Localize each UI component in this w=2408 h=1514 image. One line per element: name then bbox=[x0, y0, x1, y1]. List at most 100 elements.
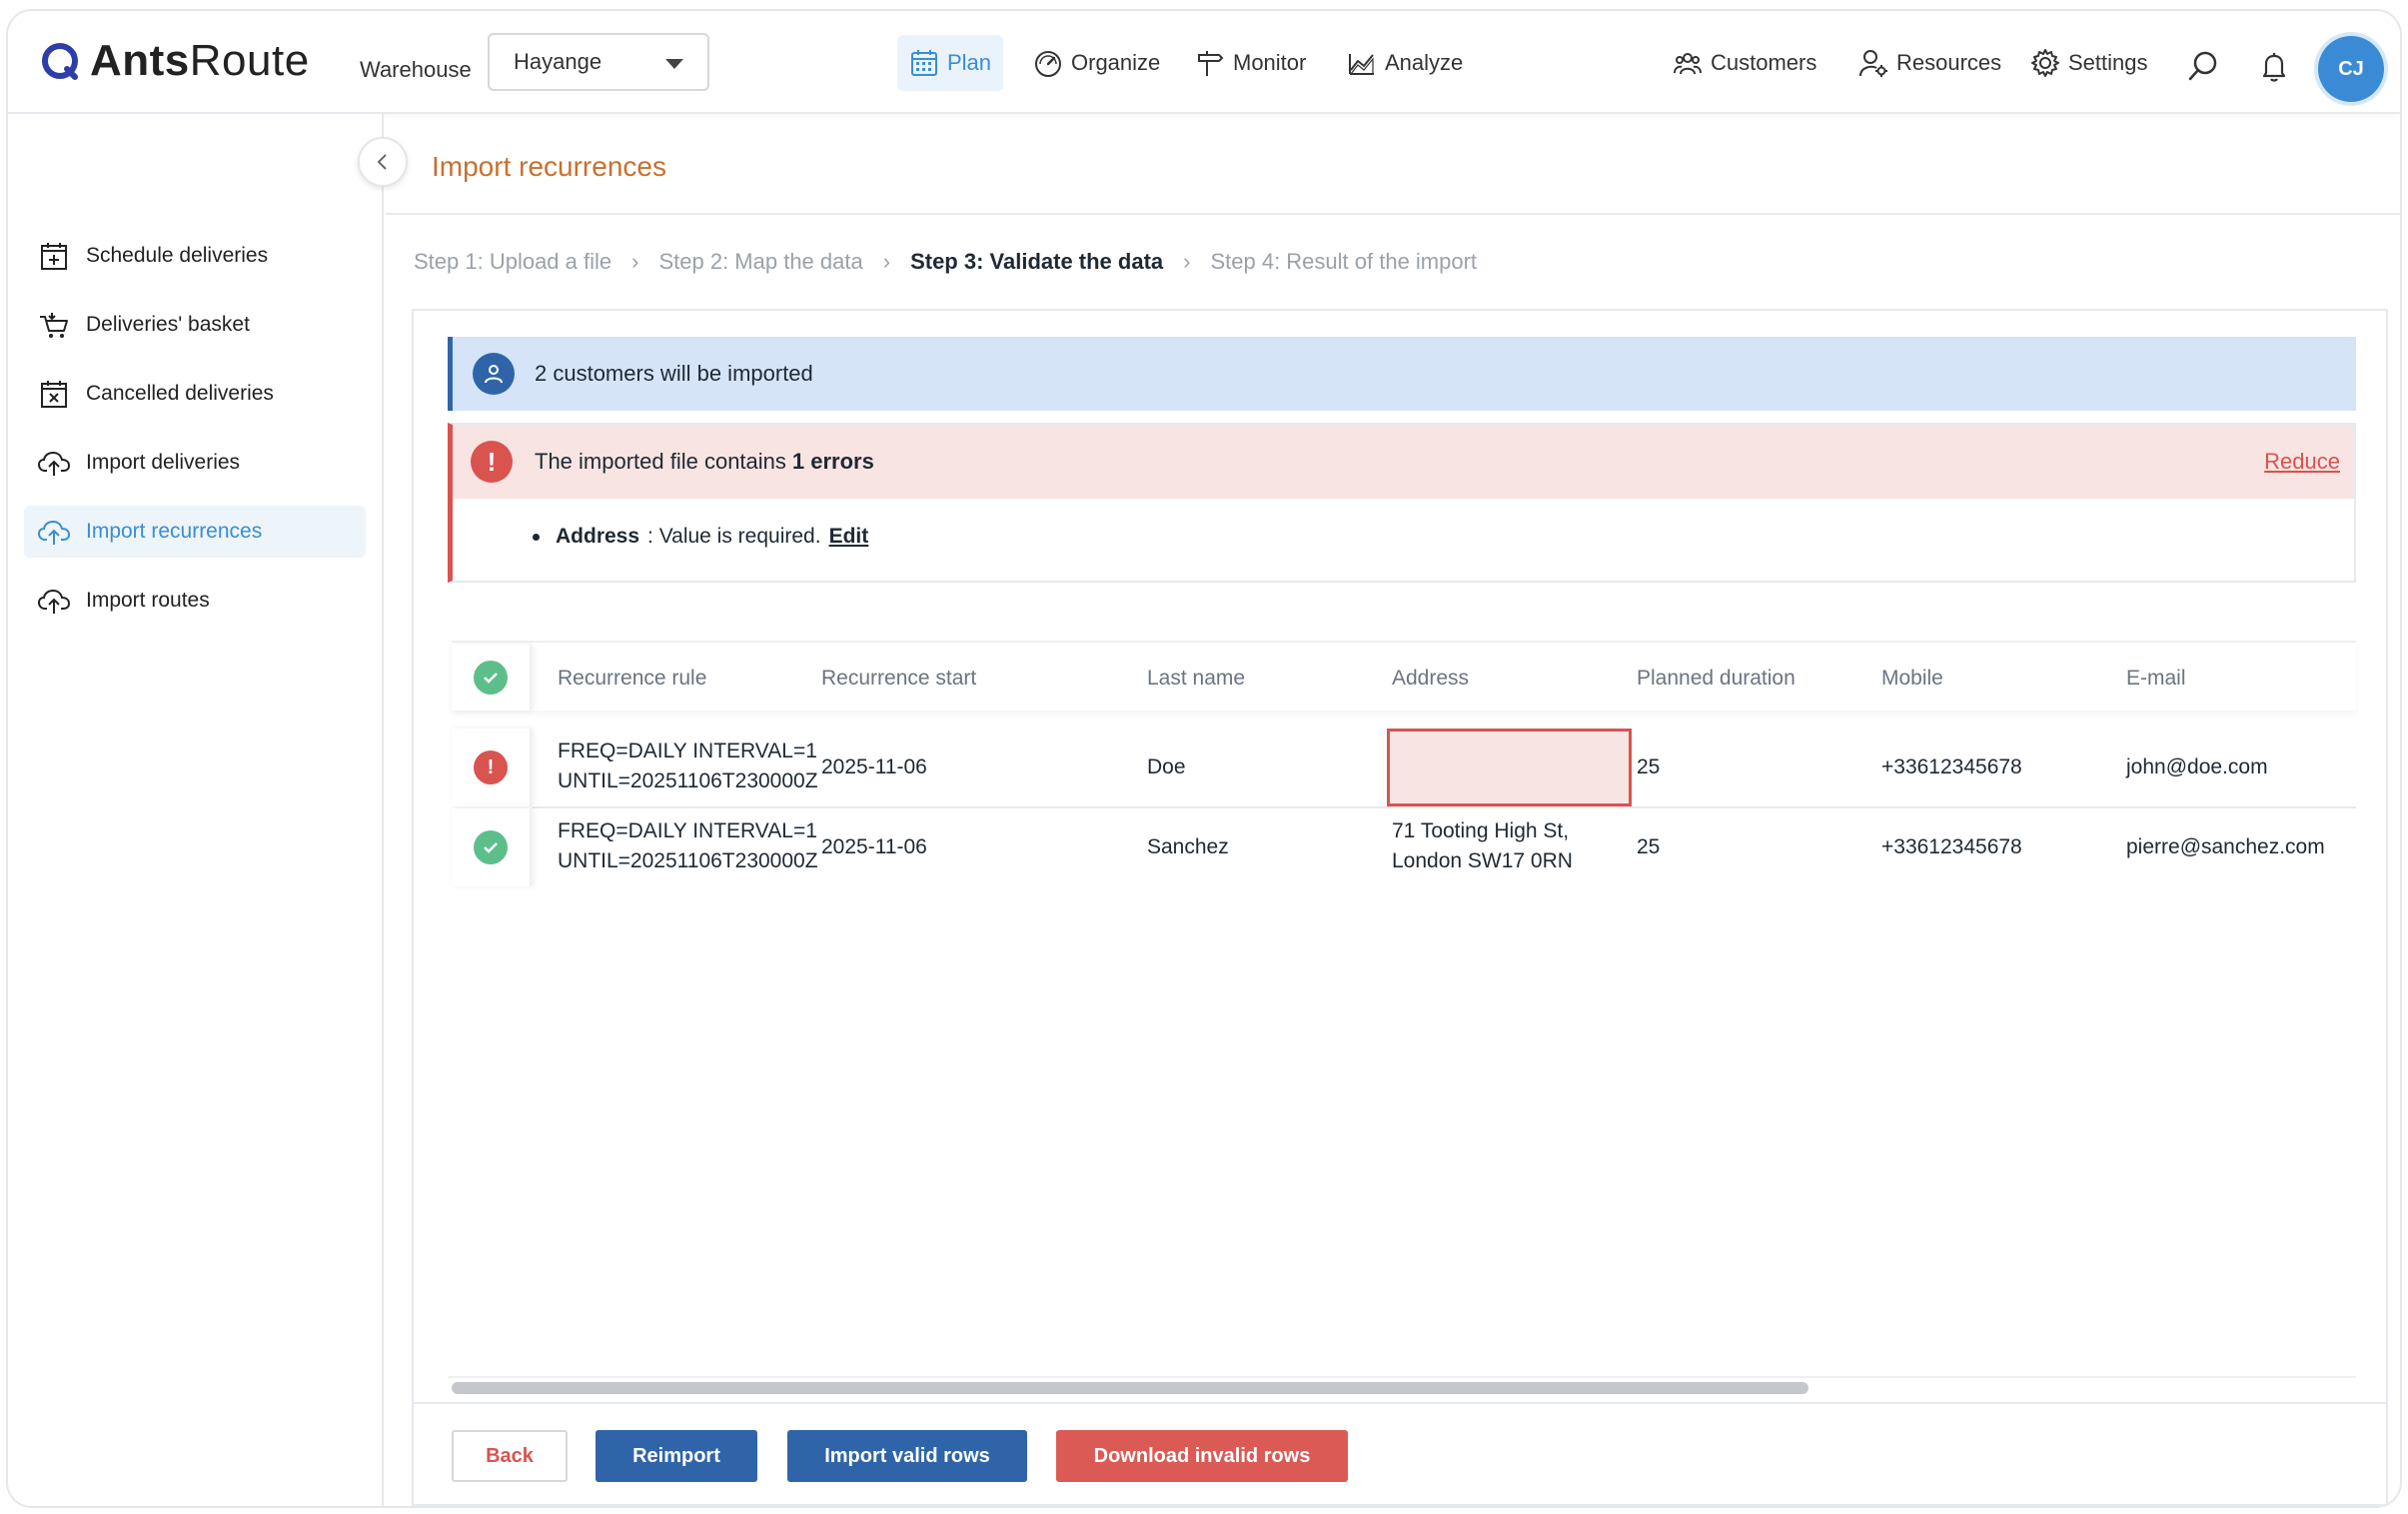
sidebar-item-cancelled-deliveries[interactable]: Cancelled deliveries bbox=[24, 368, 366, 420]
nav-monitor[interactable]: Monitor bbox=[1183, 35, 1318, 91]
sidebar-item-schedule-deliveries[interactable]: Schedule deliveries bbox=[24, 230, 366, 282]
chevron-left-icon bbox=[377, 154, 387, 170]
cell-duration: 25 bbox=[1637, 835, 1661, 858]
cell-address-error[interactable] bbox=[1387, 729, 1632, 806]
info-text: 2 customers will be imported bbox=[535, 361, 813, 386]
check-circle-icon bbox=[474, 661, 508, 695]
bell-icon[interactable] bbox=[2257, 49, 2291, 83]
cell-last-name: Doe bbox=[1147, 756, 1186, 778]
search-icon[interactable] bbox=[2186, 49, 2220, 83]
cell-mobile: +33612345678 bbox=[1881, 835, 2022, 858]
nav-organize[interactable]: Organize bbox=[1021, 35, 1172, 91]
table-row[interactable]: FREQ=DAILY INTERVAL=1 UNTIL=20251106T2300… bbox=[452, 808, 2356, 886]
sidebar: Schedule deliveries Deliveries' basket C… bbox=[8, 114, 384, 1506]
cell-email: pierre@sanchez.com bbox=[2126, 835, 2325, 858]
step-4: Step 4: Result of the import bbox=[1210, 249, 1478, 274]
app-window: AntsRoute Warehouse Hayange Plan Organiz… bbox=[6, 9, 2402, 1508]
error-field: Address bbox=[556, 525, 640, 548]
step-3: Step 3: Validate the data bbox=[910, 249, 1164, 274]
calendar-icon bbox=[911, 50, 937, 76]
user-icon bbox=[473, 353, 515, 395]
nav-settings[interactable]: Settings bbox=[2018, 35, 2160, 91]
nav-plan[interactable]: Plan bbox=[897, 35, 1004, 91]
nav-monitor-label: Monitor bbox=[1233, 50, 1307, 75]
nav-resources[interactable]: Resources bbox=[1846, 35, 2013, 91]
sidebar-collapse-button[interactable] bbox=[358, 137, 408, 187]
warehouse-label: Warehouse bbox=[360, 57, 472, 82]
validation-card: 2 customers will be imported ! The impor… bbox=[412, 309, 2388, 1506]
reduce-link[interactable]: Reduce bbox=[2264, 449, 2340, 475]
nav-customers-label: Customers bbox=[1711, 50, 1817, 75]
column-header[interactable]: Address bbox=[1392, 667, 1469, 691]
cloud-upload-icon bbox=[38, 520, 70, 545]
info-banner: 2 customers will be imported bbox=[448, 337, 2356, 411]
row-status-cell: ! bbox=[452, 729, 532, 806]
back-button[interactable]: Back bbox=[452, 1430, 568, 1482]
scrollbar-thumb[interactable] bbox=[452, 1382, 1808, 1394]
brand-name: AntsRoute bbox=[90, 36, 310, 85]
edit-link[interactable]: Edit bbox=[829, 525, 869, 549]
sidebar-item-deliveries-basket[interactable]: Deliveries' basket bbox=[24, 299, 366, 351]
horizontal-scrollbar[interactable] bbox=[448, 1376, 2356, 1394]
ants-logo-icon bbox=[42, 43, 78, 80]
calendar-plus-icon bbox=[41, 243, 67, 270]
chevron-right-icon: › bbox=[882, 249, 891, 274]
nav-customers[interactable]: Customers bbox=[1661, 35, 1828, 91]
chevron-right-icon: › bbox=[1183, 249, 1191, 274]
step-2: Step 2: Map the data bbox=[658, 249, 863, 274]
sidebar-item-label: Import routes bbox=[86, 589, 210, 612]
row-status-cell bbox=[452, 808, 532, 886]
reimport-button[interactable]: Reimport bbox=[596, 1430, 757, 1482]
cell-start: 2025-11-06 bbox=[821, 835, 927, 858]
download-invalid-rows-button[interactable]: Download invalid rows bbox=[1056, 1430, 1348, 1482]
nav-analyze[interactable]: Analyze bbox=[1335, 35, 1475, 91]
sidebar-item-label: Cancelled deliveries bbox=[86, 382, 274, 405]
error-box: ! The imported file contains 1 errors Re… bbox=[448, 423, 2356, 583]
error-text: The imported file contains bbox=[535, 449, 786, 474]
column-header[interactable]: Recurrence rule bbox=[558, 667, 706, 691]
gauge-icon bbox=[1035, 51, 1061, 77]
import-valid-rows-button[interactable]: Import valid rows bbox=[787, 1430, 1027, 1482]
sidebar-item-label: Import recurrences bbox=[86, 520, 263, 543]
error-icon: ! bbox=[471, 441, 513, 483]
column-header[interactable]: Mobile bbox=[1881, 667, 1943, 691]
customers-icon bbox=[1674, 53, 1702, 75]
footer-divider bbox=[414, 1402, 2386, 1404]
nav-resources-label: Resources bbox=[1896, 50, 2002, 75]
cell-address: 71 Tooting High St, London SW17 0RN bbox=[1392, 819, 1573, 872]
header-status-cell bbox=[452, 645, 532, 711]
warehouse-select[interactable]: Hayange bbox=[488, 33, 709, 91]
gear-icon bbox=[2031, 49, 2059, 77]
stepper: Step 1: Upload a file › Step 2: Map the … bbox=[414, 247, 1477, 277]
error-icon: ! bbox=[474, 751, 508, 784]
table-header: Recurrence rule Recurrence start Last na… bbox=[452, 641, 2356, 711]
table-row[interactable]: ! FREQ=DAILY INTERVAL=1 UNTIL=20251106T23… bbox=[452, 729, 2356, 806]
chevron-right-icon: › bbox=[631, 249, 639, 274]
column-header[interactable]: Planned duration bbox=[1637, 667, 1796, 691]
error-item: Address : Value is required. Edit bbox=[533, 525, 868, 549]
sidebar-item-label: Deliveries' basket bbox=[86, 313, 250, 336]
cell-rule: FREQ=DAILY INTERVAL=1 UNTIL=20251106T2300… bbox=[558, 740, 818, 792]
cell-email: john@doe.com bbox=[2126, 756, 2268, 778]
nav-analyze-label: Analyze bbox=[1385, 50, 1464, 75]
column-header[interactable]: Last name bbox=[1147, 667, 1245, 691]
sidebar-item-import-routes[interactable]: Import routes bbox=[24, 575, 366, 627]
user-avatar[interactable]: CJ bbox=[2318, 36, 2384, 102]
step-1: Step 1: Upload a file bbox=[414, 249, 612, 274]
resources-icon bbox=[1859, 50, 1887, 77]
cell-start: 2025-11-06 bbox=[821, 756, 927, 778]
sidebar-item-import-deliveries[interactable]: Import deliveries bbox=[24, 437, 366, 489]
cell-last-name: Sanchez bbox=[1147, 835, 1229, 858]
cell-duration: 25 bbox=[1637, 756, 1661, 778]
nav-plan-label: Plan bbox=[947, 50, 992, 75]
chevron-down-icon bbox=[665, 59, 683, 69]
check-circle-icon bbox=[474, 830, 508, 864]
error-message: : Value is required. bbox=[647, 525, 821, 548]
logo[interactable]: AntsRoute bbox=[40, 35, 310, 87]
column-header[interactable]: Recurrence start bbox=[821, 667, 976, 691]
sidebar-item-label: Schedule deliveries bbox=[86, 244, 269, 267]
error-count: 1 errors bbox=[791, 449, 874, 474]
sidebar-item-import-recurrences[interactable]: Import recurrences bbox=[24, 506, 366, 558]
calendar-x-icon bbox=[41, 381, 67, 408]
column-header[interactable]: E-mail bbox=[2126, 667, 2186, 691]
